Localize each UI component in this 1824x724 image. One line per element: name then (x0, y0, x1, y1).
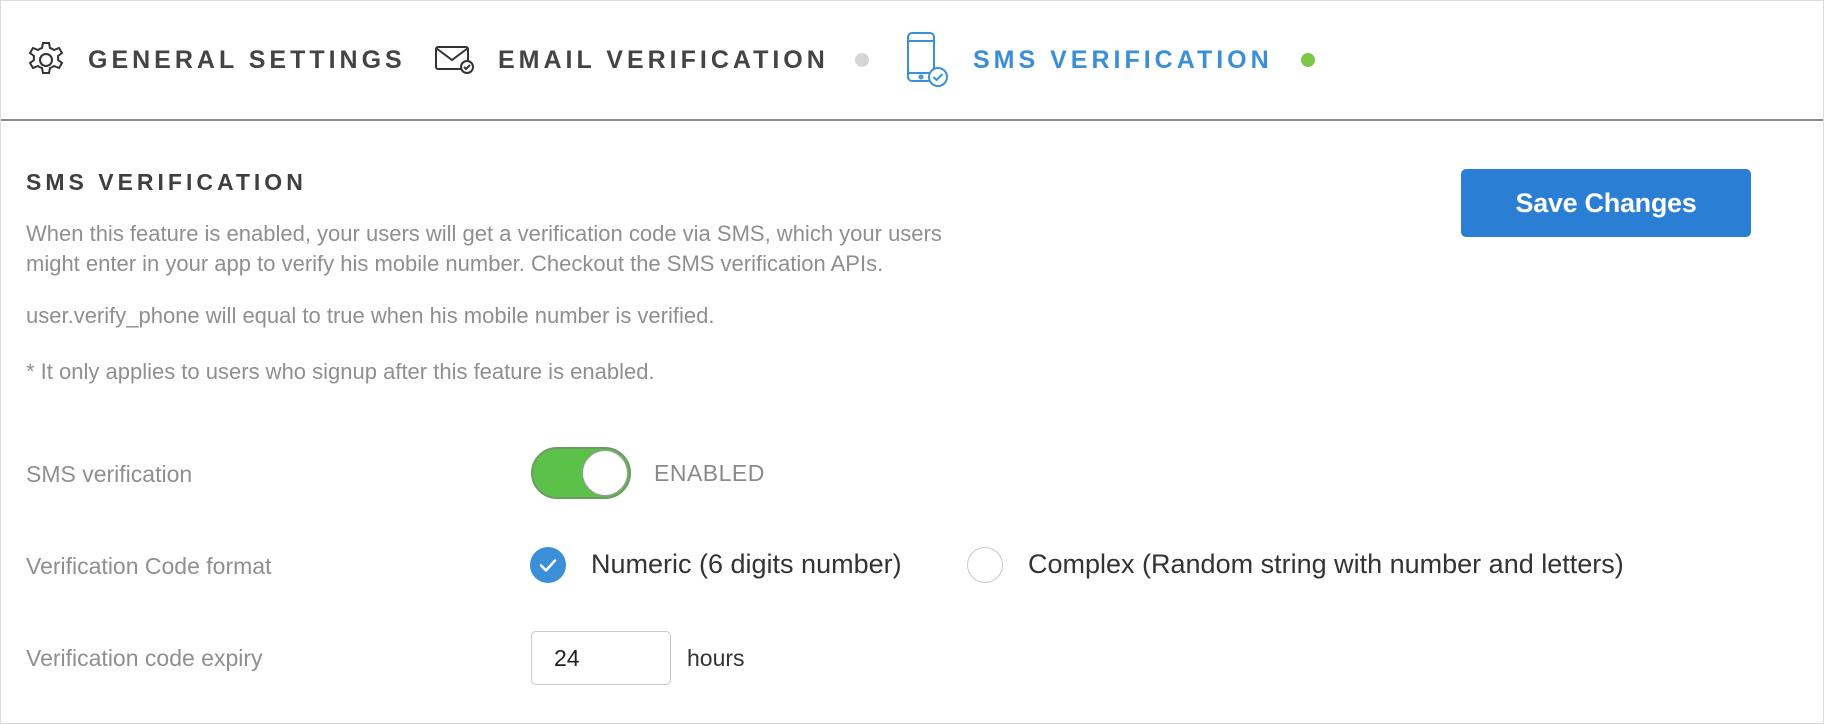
save-changes-button[interactable]: Save Changes (1461, 169, 1751, 237)
tab-label: SMS VERIFICATION (973, 45, 1273, 74)
sms-settings-panel: GENERAL SETTINGS EMAIL VERIFICATION SMS … (0, 0, 1824, 724)
section-title: SMS VERIFICATION (26, 169, 307, 195)
signup-note: * It only applies to users who signup af… (26, 359, 655, 384)
toggle-state-text: ENABLED (654, 460, 765, 486)
radio-complex-label[interactable]: Complex (Random string with number and l… (1028, 549, 1624, 580)
expiry-unit: hours (687, 645, 745, 671)
radio-complex[interactable] (967, 547, 1003, 583)
status-dot (854, 53, 869, 67)
sms-verification-toggle[interactable] (531, 447, 631, 499)
description-line: might enter in your app to verify his mo… (26, 251, 884, 276)
status-dot (1300, 53, 1315, 67)
gear-icon (26, 40, 66, 80)
verify-phone-note: user.verify_phone will equal to true whe… (26, 303, 715, 328)
radio-numeric-label[interactable]: Numeric (6 digits number) (591, 549, 902, 580)
phone-check-icon (905, 30, 949, 90)
tab-general-settings[interactable]: GENERAL SETTINGS (26, 1, 406, 119)
toggle-knob (582, 450, 628, 496)
envelope-check-icon (434, 44, 476, 76)
expiry-hours-input[interactable] (531, 631, 671, 685)
radio-numeric[interactable] (530, 547, 566, 583)
checkmark-icon (539, 559, 557, 572)
code-format-label: Verification Code format (26, 553, 272, 579)
sms-verification-label: SMS verification (26, 461, 193, 487)
tab-label: GENERAL SETTINGS (88, 45, 406, 74)
tab-email-verification[interactable]: EMAIL VERIFICATION (434, 1, 869, 119)
tab-sms-verification[interactable]: SMS VERIFICATION (905, 1, 1315, 119)
section-description: When this feature is enabled, your users… (26, 219, 1026, 279)
settings-tab-bar: GENERAL SETTINGS EMAIL VERIFICATION SMS … (1, 1, 1823, 121)
expiry-label: Verification code expiry (26, 645, 263, 671)
tab-label: EMAIL VERIFICATION (498, 45, 829, 74)
description-line: When this feature is enabled, your users… (26, 221, 942, 246)
